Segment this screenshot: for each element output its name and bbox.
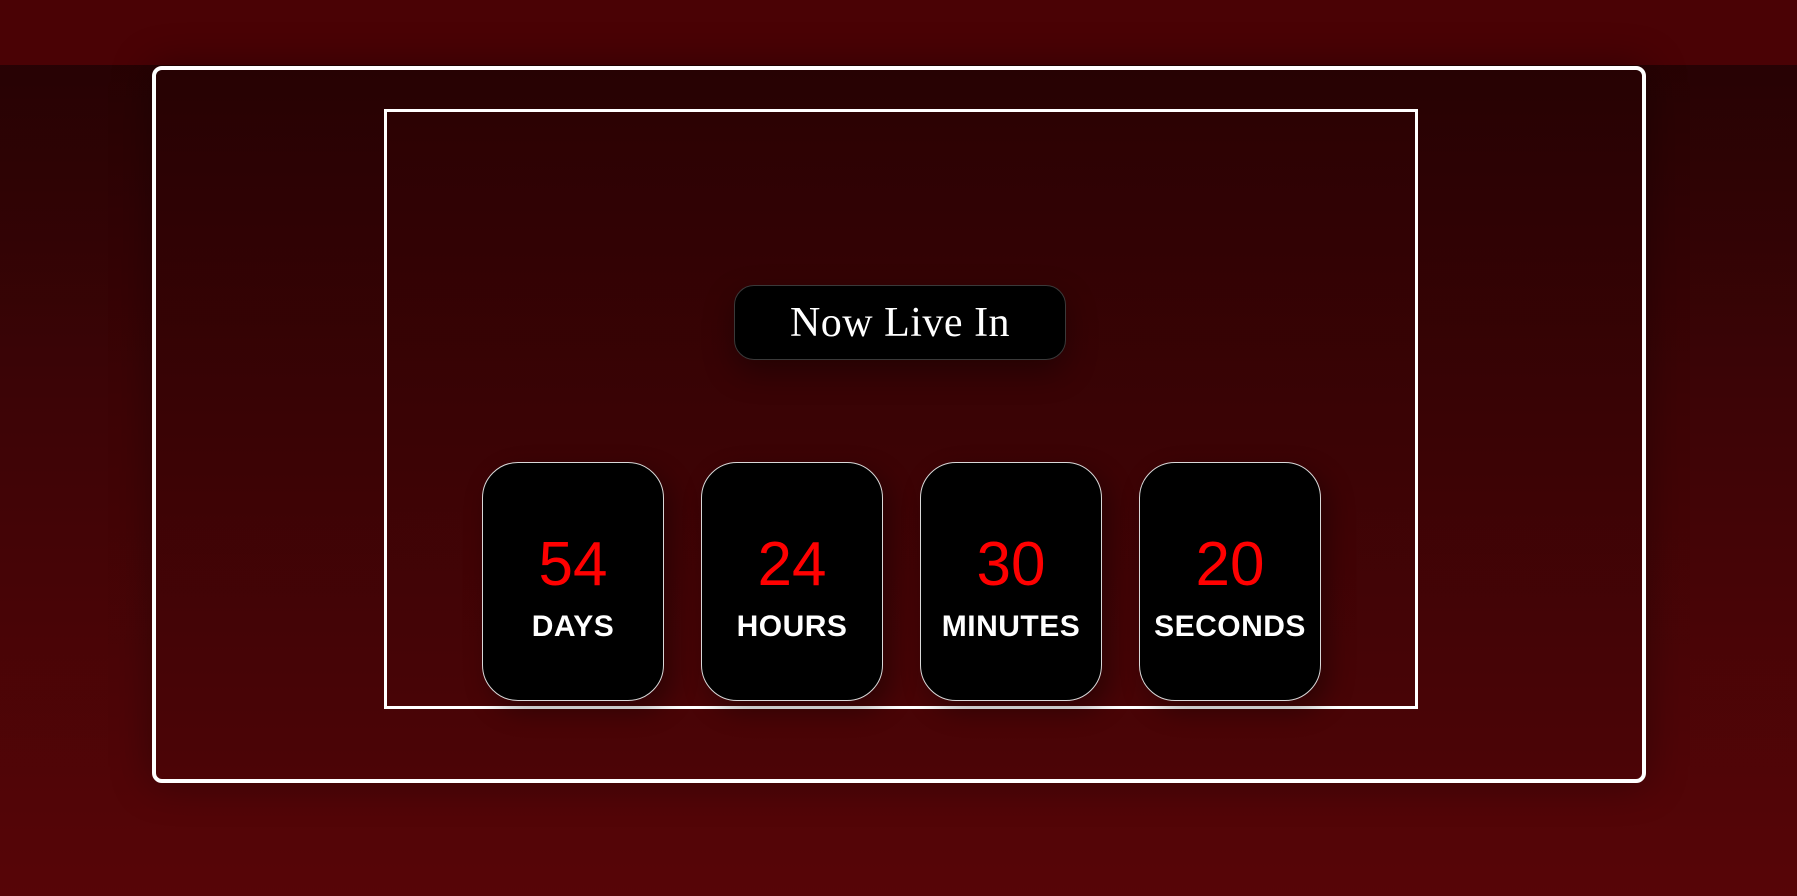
now-live-title: Now Live In [789,299,1011,346]
countdown-minutes-card: 30 MINUTES [920,462,1102,701]
now-live-badge: Now Live In [734,285,1066,360]
hours-value: 24 [757,529,827,599]
minutes-value: 30 [976,529,1046,599]
minutes-label: MINUTES [941,609,1081,643]
days-value: 54 [538,529,608,599]
days-label: DAYS [531,609,615,643]
top-band [0,0,1797,65]
seconds-value: 20 [1195,529,1265,599]
countdown-hours-card: 24 HOURS [701,462,883,701]
seconds-label: SECONDS [1154,609,1306,643]
countdown-days-card: 54 DAYS [482,462,664,701]
hours-label: HOURS [736,609,848,643]
countdown-seconds-card: 20 SECONDS [1139,462,1321,701]
countdown-timer: 54 DAYS 24 HOURS 30 MINUTES 20 SECONDS [482,462,1321,701]
